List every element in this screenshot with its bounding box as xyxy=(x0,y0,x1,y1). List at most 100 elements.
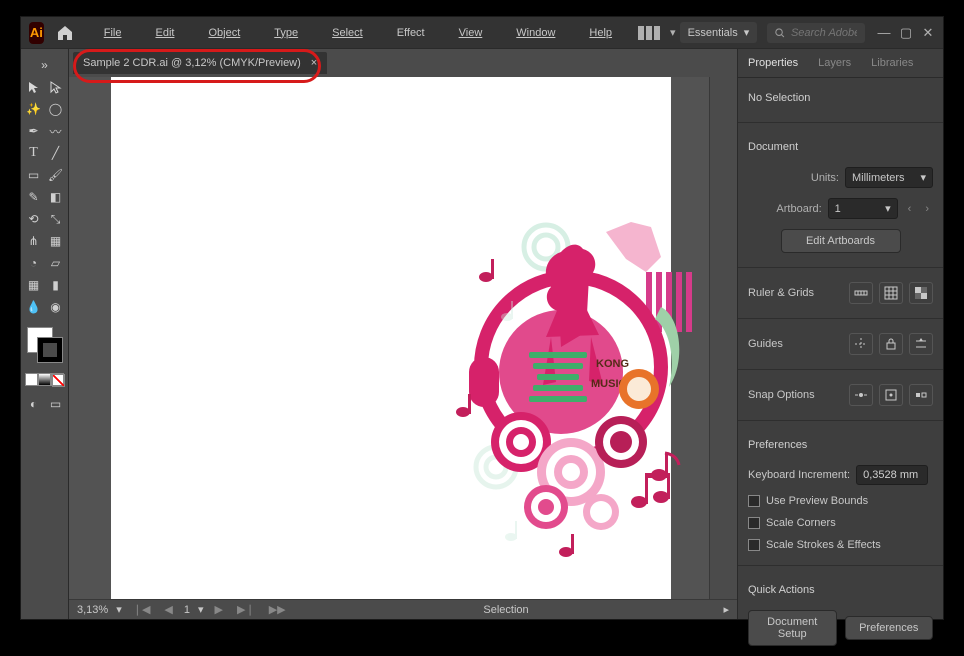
ruler-grids-label: Ruler & Grids xyxy=(748,287,843,299)
shaper-tool[interactable]: ✎ xyxy=(24,187,44,207)
workspace-switcher[interactable]: Essentials ▾ xyxy=(680,22,758,43)
right-rail xyxy=(709,77,737,599)
mesh-tool[interactable]: ▦ xyxy=(24,275,44,295)
gradient-tool[interactable]: ▮ xyxy=(46,275,66,295)
selection-tool[interactable] xyxy=(24,77,44,97)
snap-point-icon[interactable] xyxy=(849,384,873,406)
magic-wand-tool[interactable]: ✨ xyxy=(24,99,44,119)
ruler-icon[interactable] xyxy=(849,282,873,304)
next-artboard-button[interactable]: ▶ xyxy=(212,603,226,616)
search-input[interactable] xyxy=(791,27,857,39)
perspective-tool[interactable]: ▱ xyxy=(46,253,66,273)
status-mode: Selection xyxy=(297,604,716,616)
color-well[interactable] xyxy=(27,327,63,363)
rectangle-tool[interactable]: ▭ xyxy=(24,165,44,185)
scale-corners-checkbox[interactable]: Scale Corners xyxy=(748,517,933,529)
properties-panel: Properties Layers Libraries No Selection… xyxy=(737,49,943,619)
edit-artboards-button[interactable]: Edit Artboards xyxy=(781,229,901,253)
guides-lock-icon[interactable] xyxy=(879,333,903,355)
lasso-tool[interactable]: ◯ xyxy=(46,99,66,119)
direct-selection-tool[interactable] xyxy=(46,77,66,97)
preferences-button[interactable]: Preferences xyxy=(845,616,934,640)
quick-actions-section: Quick Actions xyxy=(748,580,933,600)
units-value: Millimeters xyxy=(852,172,905,184)
menu-select[interactable]: Select xyxy=(316,23,379,43)
artboard-number[interactable]: 1 xyxy=(184,604,190,616)
guides-visibility-icon[interactable] xyxy=(849,333,873,355)
scale-tool[interactable]: ⤡ xyxy=(46,209,66,229)
prev-artboard-button[interactable]: ◀ xyxy=(161,603,175,616)
brush-tool[interactable]: 🖌 xyxy=(46,165,66,185)
zoom-level[interactable]: 3,13% xyxy=(77,604,108,616)
pen-tool[interactable]: ✒ xyxy=(24,121,44,141)
status-menu-icon[interactable]: ▸ xyxy=(723,603,729,616)
tab-properties[interactable]: Properties xyxy=(738,49,808,77)
minimize-button[interactable]: — xyxy=(877,25,891,40)
eraser-tool[interactable]: ◧ xyxy=(46,187,66,207)
artwork: KONG MUSIC xyxy=(451,217,721,567)
document-setup-button[interactable]: Document Setup xyxy=(748,610,837,646)
free-transform-tool[interactable]: ▦ xyxy=(46,231,66,251)
scale-corners-label: Scale Corners xyxy=(766,517,836,529)
zoom-dropdown-icon[interactable]: ▾ xyxy=(116,603,122,616)
snap-grid-icon[interactable] xyxy=(879,384,903,406)
grid-icon[interactable] xyxy=(879,282,903,304)
chevron-down-icon: ▾ xyxy=(744,26,750,39)
artboard-nav-menu[interactable]: ▶▶ xyxy=(266,603,289,616)
menu-effect[interactable]: Effect xyxy=(381,23,441,43)
search-stock[interactable] xyxy=(767,23,865,43)
menu-type[interactable]: Type xyxy=(258,23,314,43)
toolbox: » ✨ ◯ ✒ 〰 T ╱ ▭ 🖌 ✎ ◧ xyxy=(21,49,69,619)
canvas[interactable]: KONG MUSIC xyxy=(69,77,709,599)
type-tool[interactable]: T xyxy=(24,143,44,163)
artboard-value: 1 xyxy=(835,203,841,215)
keyboard-increment-input[interactable] xyxy=(856,465,928,485)
document-tab[interactable]: Sample 2 CDR.ai @ 3,12% (CMYK/Preview) × xyxy=(73,52,327,74)
units-label: Units: xyxy=(748,172,839,184)
menu-view[interactable]: View xyxy=(443,23,499,43)
menu-window[interactable]: Window xyxy=(500,23,571,43)
screen-mode-icon[interactable]: ▭ xyxy=(46,394,66,414)
arrange-dropdown-icon[interactable]: ▾ xyxy=(670,26,676,39)
document-tab-close[interactable]: × xyxy=(311,57,317,69)
search-icon xyxy=(775,27,785,39)
close-button[interactable]: ✕ xyxy=(921,25,935,41)
arrange-documents-icon[interactable] xyxy=(638,26,660,40)
shape-builder-tool[interactable]: ◔ xyxy=(24,253,44,273)
menu-file[interactable]: File xyxy=(88,23,138,43)
scale-strokes-checkbox[interactable]: Scale Strokes & Effects xyxy=(748,539,933,551)
snap-pixel-icon[interactable] xyxy=(909,384,933,406)
transparency-grid-icon[interactable] xyxy=(909,282,933,304)
line-tool[interactable]: ╱ xyxy=(46,143,66,163)
stroke-swatch[interactable] xyxy=(37,337,63,363)
svg-text:KONG: KONG xyxy=(596,358,629,370)
double-arrow-icon[interactable]: » xyxy=(35,55,55,75)
tab-libraries[interactable]: Libraries xyxy=(861,49,923,77)
artboard: KONG MUSIC xyxy=(111,77,671,599)
smart-guides-icon[interactable] xyxy=(909,333,933,355)
drawing-mode-icon[interactable]: ◐ xyxy=(24,394,44,414)
artboard-prev[interactable]: ‹ xyxy=(904,203,916,215)
curvature-tool[interactable]: 〰 xyxy=(46,121,66,141)
maximize-button[interactable]: ▢ xyxy=(899,25,913,41)
artboard-dropdown[interactable]: 1▾ xyxy=(828,198,898,219)
use-preview-bounds-checkbox[interactable]: Use Preview Bounds xyxy=(748,495,933,507)
blend-tool[interactable]: ◉ xyxy=(46,297,66,317)
artboard-next[interactable]: › xyxy=(921,203,933,215)
chevron-down-icon: ▾ xyxy=(920,171,926,184)
tab-layers[interactable]: Layers xyxy=(808,49,861,77)
units-dropdown[interactable]: Millimeters ▾ xyxy=(845,167,933,188)
first-artboard-button[interactable]: ❘◀ xyxy=(130,603,154,616)
artboard-dropdown-icon[interactable]: ▾ xyxy=(198,603,204,616)
eyedropper-tool[interactable]: 💧 xyxy=(24,297,44,317)
menu-object[interactable]: Object xyxy=(192,23,256,43)
use-preview-label: Use Preview Bounds xyxy=(766,495,868,507)
last-artboard-button[interactable]: ▶❘ xyxy=(234,603,258,616)
width-tool[interactable]: ⋔ xyxy=(24,231,44,251)
rotate-tool[interactable]: ⟲ xyxy=(24,209,44,229)
home-icon[interactable] xyxy=(56,24,74,42)
menu-help[interactable]: Help xyxy=(573,23,628,43)
color-mode-swatches[interactable] xyxy=(25,373,64,386)
menu-edit[interactable]: Edit xyxy=(139,23,190,43)
snap-options-label: Snap Options xyxy=(748,389,843,401)
